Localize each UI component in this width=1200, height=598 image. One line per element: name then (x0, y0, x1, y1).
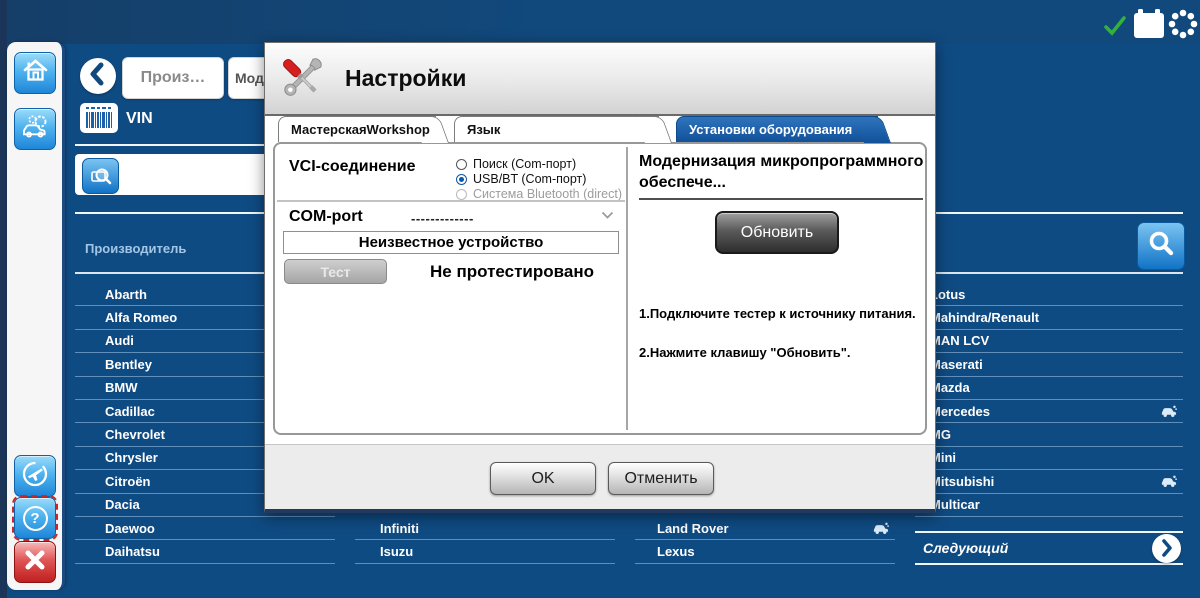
chevron-down-icon[interactable] (601, 207, 614, 225)
settings-spinner-icon[interactable] (1168, 9, 1198, 39)
car-icon (1160, 404, 1177, 418)
tab-equipment-settings[interactable]: Установки оборудования (676, 116, 878, 142)
manufacturer-row[interactable]: Daewoo (75, 517, 335, 540)
back-button[interactable] (80, 58, 116, 94)
instruction-2: 2.Нажмите клавишу "Обновить". (639, 345, 851, 360)
manufacturer-row[interactable]: Land Rover (635, 517, 895, 540)
manufacturer-row[interactable]: Multicar (915, 494, 1183, 517)
manufacturer-column-4: Lotus Mahindra/Renault MAN LCV Maserati … (915, 283, 1183, 517)
manufacturer-column-3: Land Rover Lexus (635, 517, 895, 564)
instruction-1: 1.Подключите тестер к источнику питания. (639, 306, 916, 321)
update-button[interactable]: Обновить (715, 211, 839, 254)
manufacturer-row[interactable]: Lotus (915, 283, 1183, 306)
radio-icon (456, 159, 467, 170)
chevron-left-icon (80, 56, 116, 97)
dialog-content-panel: VCI-соединение Поиск (Com-порт) USB/BT (… (273, 142, 927, 435)
manufacturer-row[interactable]: Daihatsu (75, 540, 335, 563)
status-check-icon (1104, 16, 1126, 36)
manufacturer-row[interactable]: Mini (915, 447, 1183, 470)
home-icon (22, 57, 49, 89)
chevron-right-icon (1152, 534, 1181, 563)
car-icon (872, 521, 889, 535)
tab-language[interactable]: Язык (454, 116, 659, 142)
device-name-field[interactable]: Неизвестное устройство (283, 231, 619, 254)
manufacturer-row[interactable]: Mahindra/Renault (915, 306, 1183, 329)
settings-tools-icon (275, 51, 329, 110)
manufacturer-row[interactable]: MAN LCV (915, 330, 1183, 353)
radio-bluetooth-direct: Система Bluetooth (direct) (456, 187, 622, 201)
car-gears-icon (22, 113, 49, 145)
heading-underline (639, 198, 923, 200)
tab-workshop[interactable]: МастерскаяWorkshop (278, 116, 436, 142)
dialog-tabs: МастерскаяWorkshop Язык Установки оборуд… (265, 116, 935, 142)
com-port-label: COM-port (289, 208, 363, 226)
dialog-footer (265, 444, 935, 509)
manufacturer-row[interactable]: Maserati (915, 353, 1183, 376)
car-icon (1160, 474, 1177, 488)
dialog-title: Настройки (345, 43, 466, 114)
manufacturer-row[interactable]: Mazda (915, 377, 1183, 400)
help-icon: ? (23, 506, 48, 531)
manufacturer-column-2: Infiniti Isuzu (355, 517, 615, 564)
search-icon (1146, 229, 1176, 264)
section-divider (277, 200, 625, 202)
settings-dialog: Настройки МастерскаяWorkshop Язык Устано… (264, 42, 936, 513)
vin-label: VIN (126, 110, 153, 128)
exit-button[interactable] (14, 541, 56, 583)
close-icon (22, 547, 48, 578)
test-status: Не протестировано (412, 259, 612, 284)
top-bar (0, 0, 1200, 44)
airplane-icon (21, 460, 49, 493)
manufacturer-row[interactable]: Lexus (635, 540, 895, 563)
manufacturer-row[interactable]: Isuzu (355, 540, 615, 563)
dialog-header: Настройки (265, 43, 935, 116)
help-button[interactable]: ? (14, 497, 56, 539)
search-button[interactable] (1137, 222, 1185, 270)
manufacturer-row[interactable]: Mitsubishi (915, 470, 1183, 493)
radio-usb-bt[interactable]: USB/BT (Com-порт) (456, 172, 586, 186)
next-page-button[interactable]: Следующий (915, 531, 1183, 565)
left-edge-strip (0, 0, 7, 598)
panel-divider (626, 147, 628, 430)
next-label: Следующий (923, 540, 1008, 556)
plate-search-icon[interactable] (82, 158, 119, 194)
manufacturer-filter-label: Произ… (141, 69, 206, 87)
home-button[interactable] (14, 52, 56, 94)
calendar-icon[interactable] (1132, 8, 1166, 40)
manufacturer-column-header: Производитель (85, 241, 186, 256)
radio-disabled-icon (456, 189, 467, 200)
diagnostic-app: ? Произ… Моде VIN (0, 0, 1200, 598)
firmware-heading: Модернизация микропрограммного обеспече.… (639, 151, 927, 193)
manufacturer-row[interactable]: Mercedes (915, 400, 1183, 423)
vin-barcode-icon[interactable] (80, 103, 118, 133)
manufacturer-row[interactable]: MG (915, 423, 1183, 446)
radio-checked-icon (456, 174, 467, 185)
com-port-value[interactable]: ------------- (411, 211, 474, 226)
manufacturer-row[interactable]: Infiniti (355, 517, 615, 540)
cancel-button[interactable]: Отменить (608, 462, 714, 495)
radio-search-com[interactable]: Поиск (Com-порт) (456, 157, 576, 171)
ok-button[interactable]: OK (490, 462, 596, 495)
sidebar: ? (7, 42, 65, 590)
vci-section-label: VCI-соединение (289, 158, 416, 176)
manufacturer-filter-button[interactable]: Произ… (122, 57, 224, 99)
vehicle-systems-button[interactable] (14, 108, 56, 150)
test-button[interactable]: Тест (284, 259, 387, 284)
offline-mode-button[interactable] (14, 455, 56, 497)
